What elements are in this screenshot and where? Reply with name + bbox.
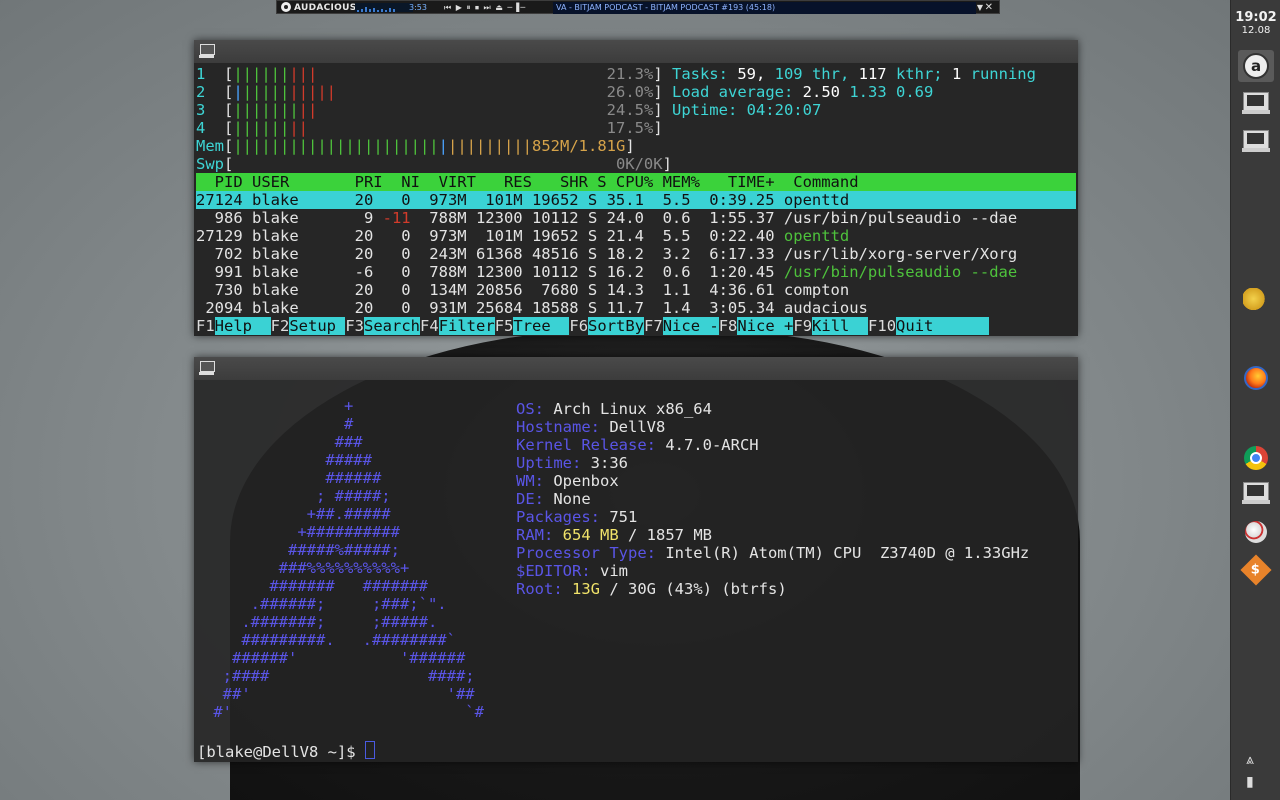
clock[interactable]: 19:02 12.08 bbox=[1231, 10, 1280, 36]
arch-ascii-logo: + # ### ##### ###### ; #####; +##.##### … bbox=[213, 397, 484, 721]
system-info: OS: Arch Linux x86_64 Hostname: DellV8 K… bbox=[516, 400, 1030, 598]
process-row[interactable]: 730 blake 20 0 134M 20856 7680 S 14.3 1.… bbox=[196, 281, 850, 299]
fkey-f4[interactable]: F4Filter bbox=[420, 317, 495, 335]
process-row[interactable]: 2094 blake 20 0 931M 25684 18588 S 11.7 … bbox=[196, 299, 868, 317]
dock-audacious[interactable]: a bbox=[1238, 50, 1274, 82]
neofetch-terminal-window[interactable]: + # ### ##### ###### ; #####; +##.##### … bbox=[194, 357, 1078, 762]
fkey-f10[interactable]: F10Quit bbox=[868, 317, 990, 335]
fkey-f2[interactable]: F2Setup bbox=[271, 317, 346, 335]
fkey-f6[interactable]: F6SortBy bbox=[569, 317, 645, 335]
firefox-icon bbox=[1244, 366, 1268, 390]
cpu-meter: 2 [||||||||||| 26.0%] Load average: 2.50… bbox=[196, 83, 934, 101]
function-key-bar: F1Help F2Setup F3SearchF4FilterF5Tree F6… bbox=[196, 317, 990, 335]
mem-meter: Mem[||||||||||||||||||||||||||||||||852M… bbox=[196, 137, 635, 155]
close-icon[interactable]: ✕ bbox=[985, 1, 993, 15]
fkey-f9[interactable]: F9Kill bbox=[793, 317, 869, 335]
audacious-winamp-bar[interactable]: AUDACIOUS 3:53 ⏮ ▶ ⏸ ⏹ ⏭ ⏏ ─▐─ VA - BITJ… bbox=[276, 0, 1000, 14]
dock-firefox[interactable] bbox=[1238, 362, 1274, 394]
cpu-meter: 3 [||||||||| 24.5%] Uptime: 04:20:07 bbox=[196, 101, 822, 119]
dock-terminal-1[interactable] bbox=[1238, 86, 1274, 118]
process-row[interactable]: 27129 blake 20 0 973M 101M 19652 S 21.4 … bbox=[196, 227, 849, 245]
audacious-logo-icon bbox=[281, 2, 291, 12]
clock-date: 12.08 bbox=[1241, 25, 1271, 36]
process-row[interactable]: 702 blake 20 0 243M 61368 48516 S 18.2 3… bbox=[196, 245, 1018, 263]
text-cursor bbox=[364, 741, 375, 759]
window-titlebar[interactable] bbox=[194, 357, 1078, 380]
clock-time: 19:02 bbox=[1235, 10, 1277, 25]
terminal-icon bbox=[199, 361, 215, 375]
battery-tray-icon[interactable]: ▮ bbox=[1246, 774, 1254, 790]
audacious-icon: a bbox=[1243, 53, 1269, 79]
fkey-f3[interactable]: F3Search bbox=[345, 317, 421, 335]
right-dock-panel: 19:02 12.08 a $ ⩓ ▮ bbox=[1230, 0, 1280, 800]
htop-output: 1 [||||||||| 21.3%] Tasks: 59, 109 thr, … bbox=[196, 65, 1076, 335]
dock-chrome[interactable] bbox=[1238, 442, 1274, 474]
audio-visualizer bbox=[355, 3, 413, 12]
fkey-f8[interactable]: F8Nice + bbox=[719, 317, 794, 335]
dropdown-arrow-icon[interactable]: ▼ bbox=[977, 1, 983, 15]
process-table-header[interactable]: PID USER PRI NI VIRT RES SHR S CPU% MEM%… bbox=[196, 173, 1076, 191]
fkey-f1[interactable]: F1Help bbox=[196, 317, 271, 335]
money-app-icon: $ bbox=[1240, 554, 1272, 586]
shell-prompt[interactable]: [blake@DellV8 ~]$ bbox=[197, 741, 375, 761]
chrome-icon bbox=[1244, 446, 1268, 470]
terminal-icon bbox=[1242, 482, 1270, 504]
openttd-teapot-icon bbox=[1243, 288, 1269, 312]
swap-meter: Swp[ 0K/0K] bbox=[196, 155, 672, 173]
process-row-selected[interactable]: 27124 blake 20 0 973M 101M 19652 S 35.1 … bbox=[196, 191, 1076, 209]
cpu-meter: 1 [||||||||| 21.3%] Tasks: 59, 109 thr, … bbox=[196, 65, 1036, 83]
dock-terminal-2[interactable] bbox=[1238, 124, 1274, 156]
playback-time: 3:53 bbox=[409, 3, 427, 12]
terminal-icon bbox=[1242, 92, 1270, 114]
track-title-scroller[interactable]: VA - BITJAM PODCAST - BITJAM PODCAST #19… bbox=[553, 2, 976, 14]
dock-money[interactable]: $ bbox=[1238, 554, 1274, 586]
dock-terminal-3[interactable] bbox=[1238, 476, 1274, 508]
prompt-text: [blake@DellV8 ~]$ bbox=[197, 743, 365, 761]
playback-controls[interactable]: ⏮ ▶ ⏸ ⏹ ⏭ ⏏ ─▐─ bbox=[444, 1, 549, 15]
htop-terminal-window[interactable]: 1 [||||||||| 21.3%] Tasks: 59, 109 thr, … bbox=[194, 40, 1078, 336]
fkey-f7[interactable]: F7Nice - bbox=[644, 317, 719, 335]
window-titlebar[interactable] bbox=[194, 40, 1078, 63]
terminal-icon bbox=[1242, 130, 1270, 152]
audacious-app-name: AUDACIOUS bbox=[294, 3, 357, 13]
terminal-icon bbox=[199, 44, 215, 58]
dock-paint[interactable] bbox=[1238, 516, 1274, 548]
paint-app-icon bbox=[1245, 521, 1267, 543]
cpu-meter: 4 [|||||||| 17.5%] bbox=[196, 119, 672, 137]
process-row[interactable]: 986 blake 9 -11 788M 12300 10112 S 24.0 … bbox=[196, 209, 1018, 227]
dock-openttd[interactable] bbox=[1238, 284, 1274, 316]
arch-tray-icon[interactable]: ⩓ bbox=[1246, 752, 1254, 768]
process-row[interactable]: 991 blake -6 0 788M 12300 10112 S 16.2 0… bbox=[196, 263, 1018, 281]
fkey-f5[interactable]: F5Tree bbox=[495, 317, 570, 335]
